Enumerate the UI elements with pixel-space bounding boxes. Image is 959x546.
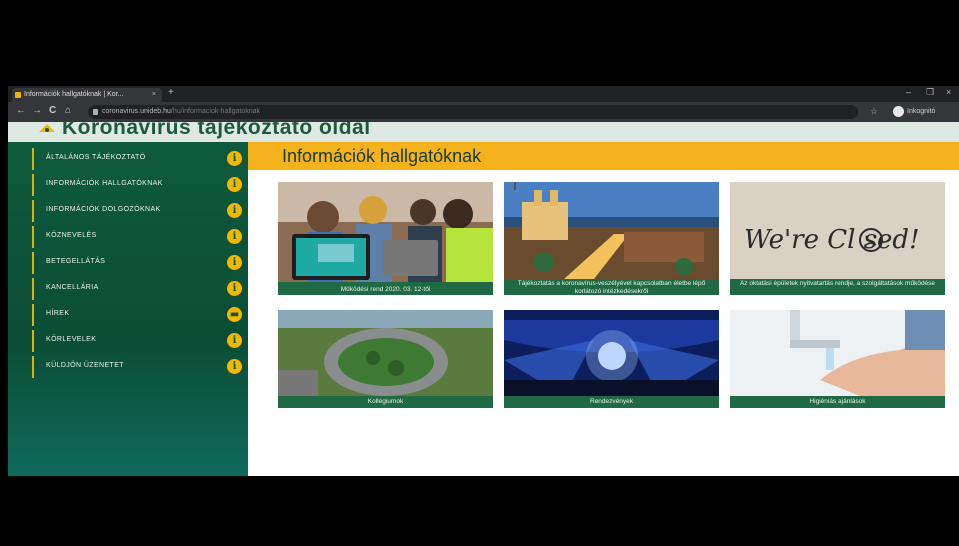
url-host: coronavirus.unideb.hu [102,108,171,115]
sidebar-nav: ÁLTALÁNOS TÁJÉKOZTATÓ i INFORMÁCIÓK HALLGA… [8,142,248,476]
url-path: /hu/informaciok-hallgatoknak [170,108,260,115]
web-page: Koronavírus tájékoztató oldal ÁLTALÁNOS … [8,122,959,476]
text-cursor-icon [514,182,516,190]
site-header: Koronavírus tájékoztató oldal [8,122,959,142]
info-icon: i [227,203,242,218]
sidebar-item-9[interactable]: KÜLDJÖN ÜZENETET i [32,356,246,378]
browser-window: Információk hallgatóknak | Kor... × + – … [8,86,959,476]
window-close-icon[interactable]: × [946,87,951,97]
sidebar-item-7[interactable]: HÍREK ▬ [32,304,246,326]
bookmark-star-icon[interactable]: ☆ [870,106,878,117]
sidebar-item-label: KÜLDJÖN ÜZENETET [46,362,124,369]
profile-label: Inkognitó [907,108,936,115]
sidebar-item-label: HÍREK [46,310,70,317]
tab-strip: Információk hallgatóknak | Kor... × + – … [8,86,959,102]
new-tab-button[interactable]: + [168,87,174,98]
dormitory-aerial-image [278,310,493,396]
info-icon: i [227,229,242,244]
card-hygiene[interactable]: Higiéniás ajánlások [730,310,945,408]
card-caption: Higiéniás ajánlások [730,396,945,408]
sidebar-item-label: INFORMÁCIÓK DOLGOZÓKNAK [46,206,161,213]
main-content: Információk hallgatóknak Működési rend 2… [248,142,959,476]
minimize-icon[interactable]: – [906,87,911,97]
favicon-icon [15,92,21,98]
closed-sign-image: We're Cl sed! [730,182,945,279]
card-building-hours[interactable]: We're Cl sed! Az oktatási épületek nyitv… [730,182,945,295]
concert-crowd-image [504,310,719,396]
forward-icon[interactable]: → [32,105,42,116]
browser-tab[interactable]: Információk hallgatóknak | Kor... × [12,88,162,102]
sidebar-item-label: KANCELLÁRIA [46,284,99,291]
page-header: Információk hallgatóknak [248,142,959,170]
sidebar-item-4[interactable]: KÖZNEVELÉS i [32,226,246,248]
students-laptop-image [278,182,493,282]
city-aerial-image [504,182,719,279]
card-caption: Rendezvények [504,396,719,408]
page-title: Információk hallgatóknak [282,146,482,166]
browser-toolbar: ← → C ⌂ coronavirus.unideb.hu/hu/informa… [8,102,959,122]
incognito-profile[interactable]: Inkognitó [893,105,935,119]
virus-logo-icon [39,124,55,132]
restore-icon[interactable]: ❐ [926,87,934,98]
card-caption: Működési rend 2020. 03. 12-től [278,282,493,295]
card-operating-rules[interactable]: Működési rend 2020. 03. 12-től [278,182,493,295]
sidebar-item-label: KÖZNEVELÉS [46,232,97,239]
tab-title: Információk hallgatóknak | Kor... [24,91,124,98]
address-bar[interactable]: coronavirus.unideb.hu/hu/informaciok-hal… [88,105,858,119]
reload-icon[interactable]: C [49,105,56,116]
sidebar-item-label: BETEGELLÁTÁS [46,258,106,265]
sidebar-item-5[interactable]: BETEGELLÁTÁS i [32,252,246,274]
info-icon: i [227,255,242,270]
info-icon: i [227,359,242,374]
home-icon[interactable]: ⌂ [65,105,71,116]
lock-icon [93,109,98,115]
sidebar-item-3[interactable]: INFORMÁCIÓK DOLGOZÓKNAK i [32,200,246,222]
info-icon: i [227,281,242,296]
card-events[interactable]: Rendezvények [504,310,719,408]
incognito-icon [893,105,904,117]
sidebar-item-label: INFORMÁCIÓK HALLGATÓKNAK [46,180,163,187]
site-title[interactable]: Koronavírus tájékoztató oldal [62,122,371,140]
info-icon: i [227,333,242,348]
sidebar-item-2[interactable]: INFORMÁCIÓK HALLGATÓKNAK i [32,174,246,196]
chat-icon: ▬ [227,307,242,322]
card-restrictions-info[interactable]: Tájékoztatás a koronavírus-veszélyével k… [504,182,719,295]
card-caption: Kollégiumok [278,396,493,408]
card-caption: Tájékoztatás a koronavírus-veszélyével k… [504,279,719,295]
card-caption: Az oktatási épületek nyitvatartás rendje… [730,279,945,295]
card-dormitories[interactable]: Kollégiumok [278,310,493,408]
sidebar-item-6[interactable]: KANCELLÁRIA i [32,278,246,300]
info-icon: i [227,177,242,192]
sidebar-item-8[interactable]: KÖRLEVELEK i [32,330,246,352]
info-icon: i [227,151,242,166]
sidebar-item-label: KÖRLEVELEK [46,336,97,343]
sidebar-item-label: ÁLTALÁNOS TÁJÉKOZTATÓ [46,154,146,161]
closed-sign-text: We're Cl sed! [744,225,920,255]
sidebar-item-1[interactable]: ÁLTALÁNOS TÁJÉKOZTATÓ i [32,148,246,170]
hand-washing-image [730,310,945,396]
tab-close-icon[interactable]: × [152,88,156,102]
back-icon[interactable]: ← [16,105,26,116]
